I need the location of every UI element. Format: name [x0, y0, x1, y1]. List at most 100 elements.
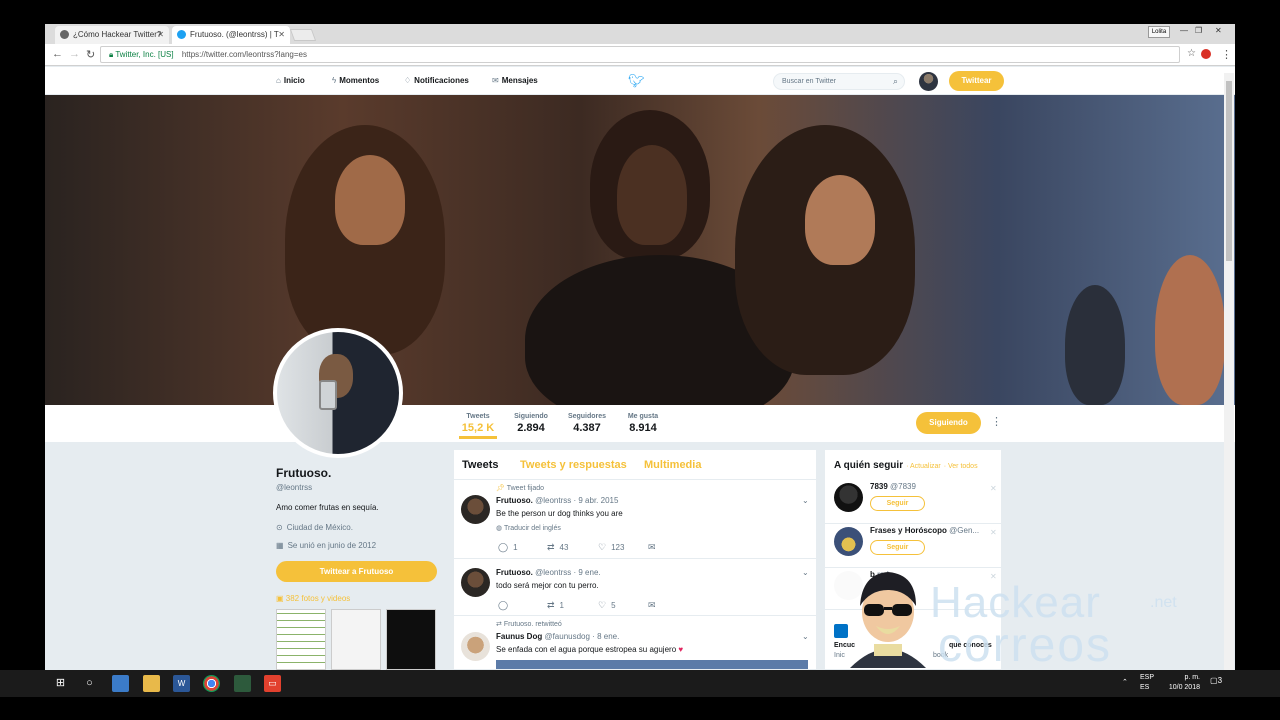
dismiss-icon[interactable]: ✕: [990, 528, 997, 537]
stat-value: 4.387: [573, 422, 601, 434]
stat-label: Seguidores: [567, 413, 607, 420]
maximize-icon[interactable]: ❐: [1195, 26, 1202, 35]
tweet-item[interactable]: ⇄ Frutuoso. retwitteó Faunus Dog @faunus…: [454, 617, 816, 669]
twitter-logo-icon[interactable]: 🐦︎: [628, 73, 645, 89]
refresh-link[interactable]: · Actualizar: [906, 463, 941, 470]
chevron-up-icon[interactable]: ⌃: [1122, 678, 1128, 688]
avatar[interactable]: [461, 568, 490, 597]
tweet-date[interactable]: · 9 ene.: [574, 568, 601, 577]
tweet-to-button[interactable]: Twittear a Frutuoso: [276, 561, 437, 582]
page-scrollbar[interactable]: [1224, 73, 1234, 670]
search-input[interactable]: Buscar en Twitter ⌕: [773, 73, 905, 90]
reply-button[interactable]: ◯ 1: [498, 542, 518, 553]
following-button[interactable]: Siguiendo: [916, 412, 981, 434]
like-button[interactable]: ♡ 123: [598, 542, 624, 553]
reload-icon[interactable]: ↻: [86, 48, 95, 61]
retweeted-text: Frutuoso. retwitteó: [503, 621, 562, 628]
chevron-down-icon[interactable]: ⌄: [802, 496, 809, 505]
view-all-link[interactable]: · Ver todos: [944, 463, 978, 470]
url-field[interactable]: 🔒︎ Twitter, Inc. [US] https://twitter.co…: [100, 46, 1180, 63]
avatar[interactable]: [919, 72, 938, 91]
tweet-author[interactable]: Frutuoso.: [496, 496, 533, 505]
photo-thumbnail[interactable]: [276, 609, 326, 670]
close-icon[interactable]: ✕: [157, 30, 164, 39]
app-icon[interactable]: [234, 675, 251, 692]
forward-icon[interactable]: →: [69, 48, 80, 60]
language-indicator[interactable]: ESP ES: [1140, 673, 1154, 693]
direct-message-button[interactable]: ✉: [648, 600, 661, 611]
account-name[interactable]: 7839: [870, 482, 888, 491]
account-name[interactable]: Frases y Horóscopo: [870, 526, 947, 535]
new-tab-button[interactable]: [289, 29, 317, 41]
photos-link[interactable]: ▣ 382 fotos y videos: [276, 594, 350, 603]
notification-center-icon[interactable]: ▢3: [1210, 676, 1222, 686]
translate-link[interactable]: ◍ Traducir del inglés: [496, 524, 561, 532]
follow-button[interactable]: Seguir: [870, 496, 925, 511]
stat-label: Tweets: [466, 413, 490, 420]
direct-message-button[interactable]: ✉: [648, 542, 661, 553]
stat-following[interactable]: Siguiendo 2.894: [510, 413, 552, 434]
tweet-button[interactable]: Twittear: [949, 71, 1004, 91]
page-icon: [60, 30, 69, 39]
stat-followers[interactable]: Seguidores 4.387: [565, 413, 609, 434]
windows-start-icon[interactable]: ⊞: [52, 675, 69, 692]
tab-twitter-profile[interactable]: Frutuoso. (@leontrss) | T ✕: [172, 26, 290, 44]
home-icon: ⌂: [276, 76, 281, 85]
dismiss-icon[interactable]: ✕: [990, 484, 997, 493]
retweet-button[interactable]: ⇄ 1: [547, 600, 564, 611]
stat-likes[interactable]: Me gusta 8.914: [623, 413, 663, 434]
tab-tweets-and-replies[interactable]: Tweets y respuestas: [520, 459, 627, 471]
tab-tweets[interactable]: Tweets: [462, 459, 498, 471]
tweet-author[interactable]: Frutuoso.: [496, 568, 533, 577]
suggested-account[interactable]: 7839 @7839 Seguir ✕: [825, 480, 1001, 524]
profile-avatar[interactable]: [273, 328, 403, 458]
scrollbar-thumb[interactable]: [1226, 81, 1232, 261]
follow-button[interactable]: Seguir: [870, 540, 925, 555]
menu-icon[interactable]: ⋮: [1221, 48, 1232, 61]
bookmark-star-icon[interactable]: ☆: [1187, 48, 1196, 59]
chevron-down-icon[interactable]: ⌄: [802, 632, 809, 641]
tweet-author[interactable]: Faunus Dog: [496, 632, 542, 641]
reply-button[interactable]: ◯: [498, 600, 513, 611]
back-icon[interactable]: ←: [52, 48, 63, 60]
avatar[interactable]: [834, 527, 863, 556]
like-count: 123: [611, 543, 625, 552]
search-circle-icon[interactable]: ○: [81, 675, 98, 692]
tweet-header: Frutuoso. @leontrss · 9 abr. 2015: [496, 496, 618, 505]
tweet-item[interactable]: Frutuoso. @leontrss · 9 ene. ⌄ todo será…: [454, 560, 816, 616]
nav-messages[interactable]: ✉ Mensajes: [492, 76, 538, 85]
tab-media[interactable]: Multimedia: [644, 459, 701, 471]
avatar[interactable]: [461, 632, 490, 661]
tweet-date[interactable]: · 8 ene.: [592, 632, 619, 641]
nav-moments[interactable]: ϟ Momentos: [332, 76, 379, 85]
adblock-icon[interactable]: [1201, 49, 1211, 59]
minimize-icon[interactable]: —: [1180, 26, 1188, 35]
tweet-date[interactable]: · 9 abr. 2015: [574, 496, 619, 505]
stat-tweets[interactable]: Tweets 15,2 K: [459, 413, 497, 439]
word-icon[interactable]: W: [173, 675, 190, 692]
close-window-icon[interactable]: ✕: [1215, 26, 1222, 35]
profile-button[interactable]: Lolita: [1148, 26, 1170, 38]
like-button[interactable]: ♡ 5: [598, 600, 616, 611]
tweet-media-image[interactable]: [496, 660, 808, 669]
screen-recorder-icon[interactable]: ▭: [264, 675, 281, 692]
retweet-icon: ⇄: [547, 600, 555, 610]
tab-hackear-twitter[interactable]: ¿Cómo Hackear Twitter? ✕: [55, 26, 169, 44]
retweet-button[interactable]: ⇄ 43: [547, 542, 568, 553]
avatar[interactable]: [461, 495, 490, 524]
avatar[interactable]: [834, 483, 863, 512]
file-explorer-icon[interactable]: [143, 675, 160, 692]
search-icon[interactable]: ⌕: [893, 76, 898, 87]
nav-home[interactable]: ⌂ Inicio: [276, 76, 305, 85]
photo-thumbnail[interactable]: [331, 609, 381, 670]
close-icon[interactable]: ✕: [278, 30, 285, 39]
nav-notifications[interactable]: ♢ Notificaciones: [404, 76, 469, 85]
more-options-icon[interactable]: ⋮: [991, 415, 1002, 428]
app-icon[interactable]: [112, 675, 129, 692]
clock[interactable]: p. m. 10/0 2018: [1160, 673, 1200, 693]
tab-label: Frutuoso. (@leontrss) | T: [190, 30, 279, 39]
tweet-item[interactable]: 📌︎ Tweet fijado Frutuoso. @leontrss · 9 …: [454, 481, 816, 559]
chevron-down-icon[interactable]: ⌄: [802, 568, 809, 577]
chrome-icon[interactable]: [203, 675, 220, 692]
photo-thumbnail[interactable]: [386, 609, 436, 670]
